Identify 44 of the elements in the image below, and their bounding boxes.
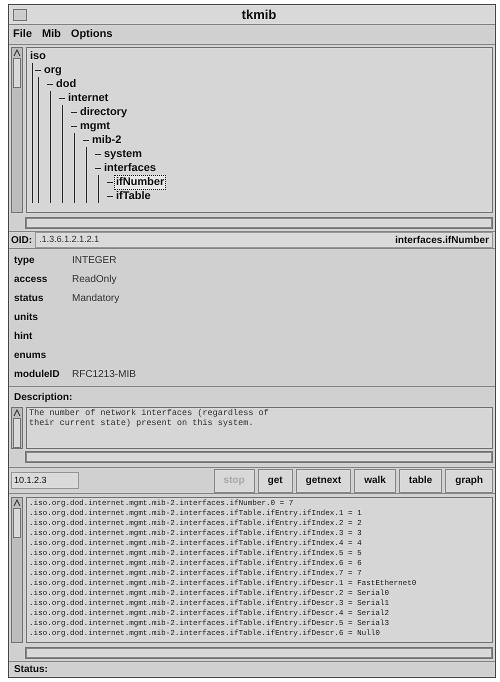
action-button[interactable]: table bbox=[398, 468, 442, 493]
window-menu-button[interactable] bbox=[13, 8, 27, 20]
window-title: tkmib bbox=[240, 6, 278, 24]
vertical-scrollbar[interactable] bbox=[11, 47, 23, 214]
scroll-thumb[interactable] bbox=[13, 508, 21, 538]
action-button[interactable]: walk bbox=[354, 468, 396, 493]
tree-node[interactable]: iso bbox=[29, 49, 47, 64]
host-field[interactable]: 10.1.2.3 bbox=[11, 472, 79, 490]
tree-node[interactable]: ifNumber bbox=[115, 176, 166, 189]
property-label: status bbox=[14, 292, 44, 306]
property-label: moduleID bbox=[14, 368, 61, 382]
property-label: type bbox=[14, 254, 36, 268]
tree-node[interactable]: mgmt bbox=[79, 120, 111, 133]
property-label: units bbox=[14, 311, 39, 326]
description-text: The number of network interfaces (regardless of their current state) present on this system. bbox=[26, 407, 493, 450]
tree-node[interactable]: internet bbox=[67, 92, 110, 105]
tree-node[interactable]: interfaces bbox=[103, 162, 157, 175]
menu-item[interactable]: Options bbox=[70, 26, 112, 43]
tree-node[interactable]: org bbox=[43, 64, 63, 77]
property-label: hint bbox=[14, 330, 34, 344]
property-label: enums bbox=[14, 349, 48, 364]
oid-field[interactable]: .1.3.6.1.2.1.2.1 interfaces.ifNumber bbox=[35, 232, 493, 248]
menu-item[interactable]: Mib bbox=[42, 26, 61, 43]
status-label: Status: bbox=[14, 663, 48, 677]
action-button[interactable]: graph bbox=[445, 468, 493, 493]
property-value: INTEGER bbox=[72, 254, 116, 268]
action-button[interactable]: getnext bbox=[296, 468, 352, 493]
action-button[interactable]: get bbox=[258, 468, 293, 493]
property-value: ReadOnly bbox=[72, 273, 116, 288]
vertical-scrollbar[interactable] bbox=[11, 497, 23, 643]
tree-node[interactable]: directory bbox=[79, 106, 128, 119]
vertical-scrollbar[interactable] bbox=[11, 407, 23, 450]
tree-node[interactable]: dod bbox=[55, 78, 78, 91]
property-label: access bbox=[14, 273, 48, 288]
oid-label: OID: bbox=[11, 234, 32, 248]
tree-node[interactable]: ifTable bbox=[115, 190, 152, 203]
scroll-thumb[interactable] bbox=[13, 58, 21, 88]
menu-item[interactable]: File bbox=[13, 26, 32, 43]
property-value: Mandatory bbox=[72, 292, 120, 306]
scroll-thumb[interactable] bbox=[13, 418, 21, 448]
description-label: Description: bbox=[13, 391, 74, 406]
tree-node[interactable]: system bbox=[103, 148, 143, 161]
property-value: RFC1213-MIB bbox=[72, 368, 136, 382]
tree-node[interactable]: mib-2 bbox=[91, 134, 122, 147]
